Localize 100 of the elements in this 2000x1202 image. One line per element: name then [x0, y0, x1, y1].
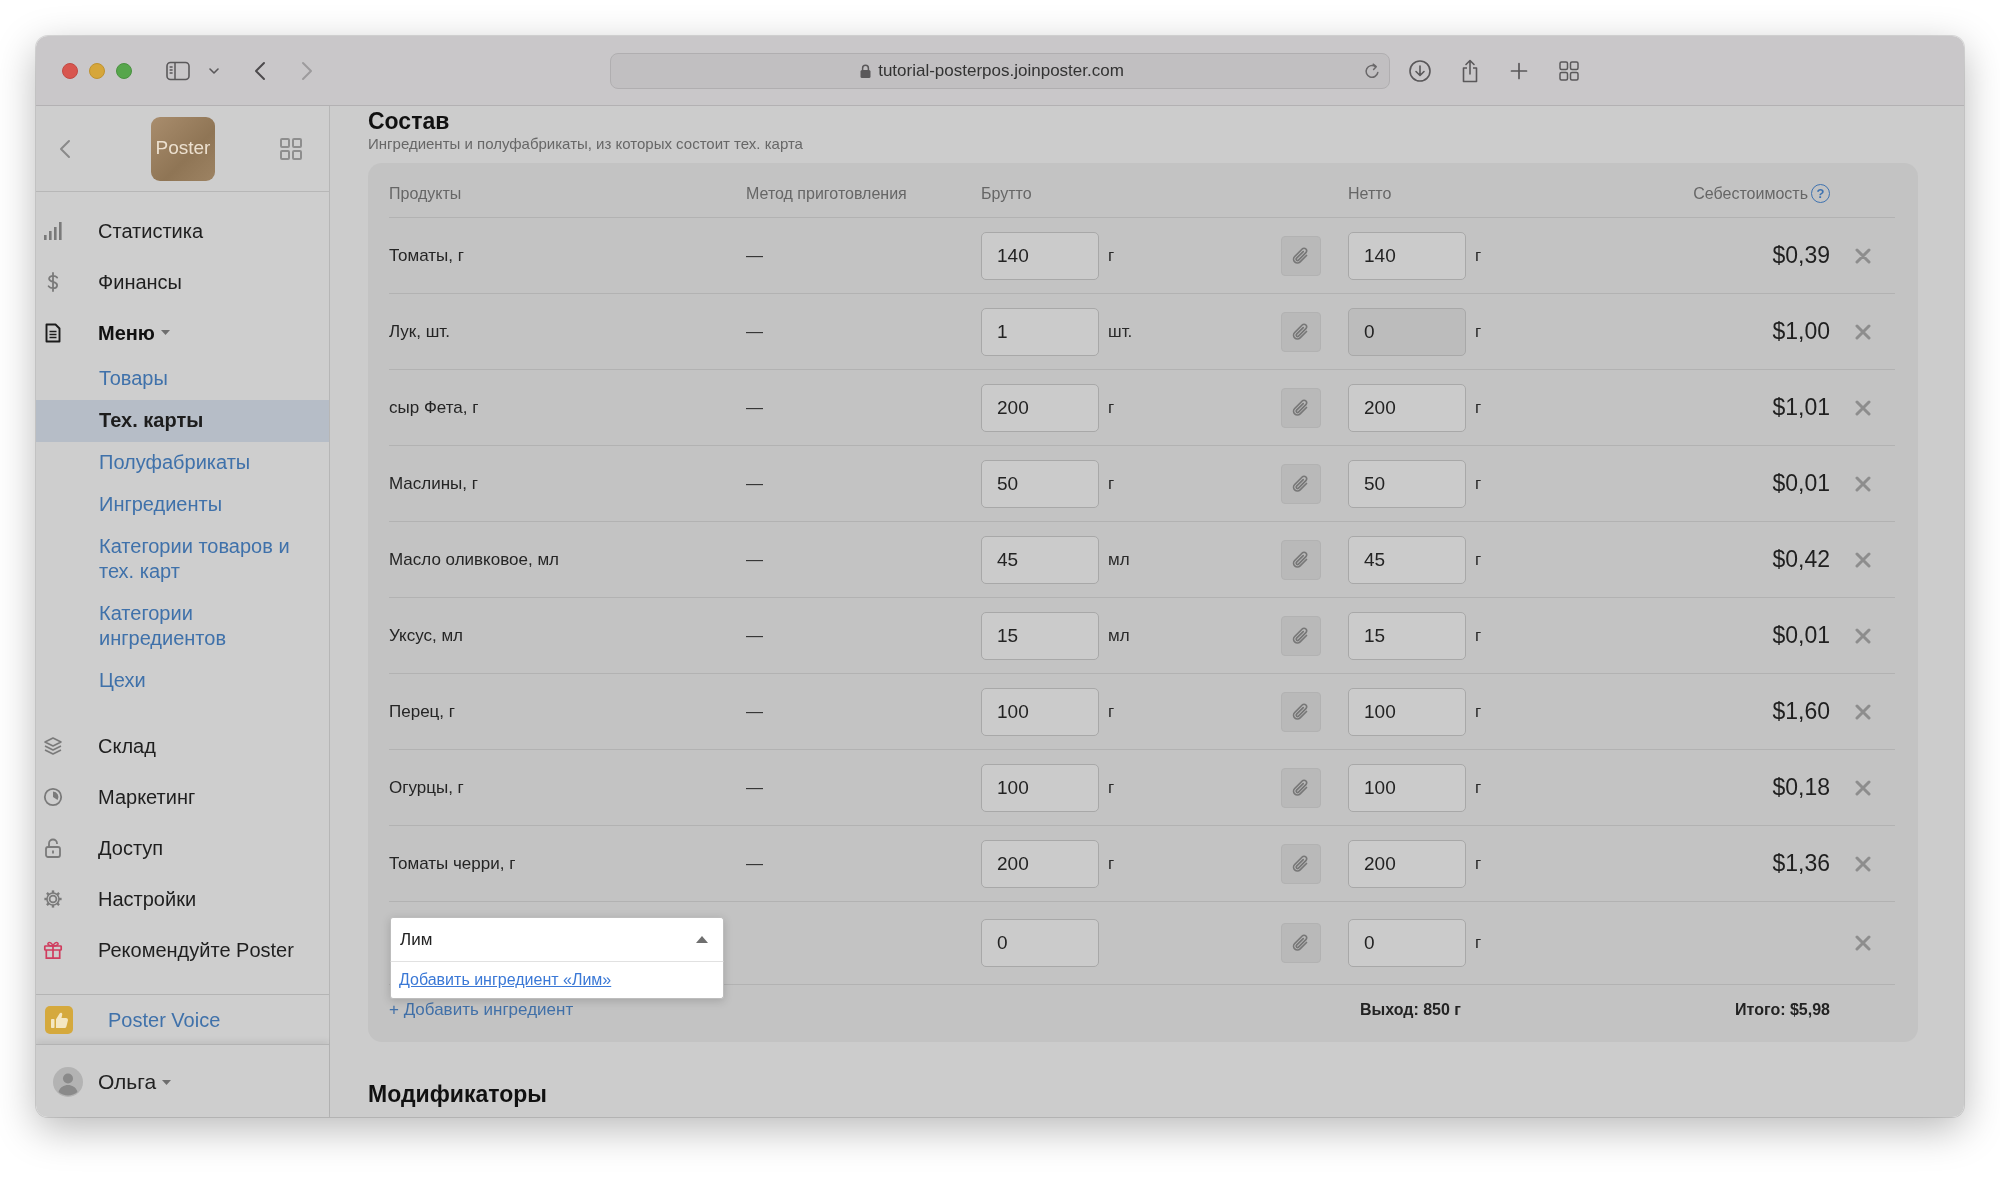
gross-weight-input[interactable]: 140 [981, 231, 1099, 280]
attach-button[interactable] [1281, 767, 1321, 808]
net-weight-input[interactable]: 45 [1348, 535, 1466, 584]
gross-weight-input[interactable]: 100 [981, 763, 1099, 812]
gross-weight-input[interactable]: 1 [981, 307, 1099, 356]
menu-item[interactable]: Склад [36, 720, 329, 771]
menu-item[interactable]: Рекомендуйте Poster [36, 924, 329, 975]
tab-overview-icon[interactable] [1559, 60, 1579, 81]
bar-chart-icon [43, 220, 63, 241]
caret-icon[interactable] [696, 936, 708, 943]
thumbs-up-icon [45, 1005, 73, 1034]
gross-weight-input[interactable]: 15 [981, 611, 1099, 660]
net-weight-input[interactable]: 140 [1348, 231, 1466, 280]
download-icon[interactable] [1409, 59, 1431, 82]
window-minimize-icon[interactable] [89, 62, 105, 79]
method-text: — [746, 321, 763, 341]
attach-button[interactable] [1281, 539, 1321, 580]
unit-label: г [1474, 853, 1482, 873]
lock-icon [860, 63, 872, 78]
menu-item[interactable]: Доступ [36, 822, 329, 873]
close-icon[interactable] [1854, 399, 1871, 416]
attach-button[interactable] [1281, 615, 1321, 656]
chevron-left-icon[interactable] [59, 138, 71, 159]
attach-button[interactable] [1281, 691, 1321, 732]
gross-weight-input[interactable]: 45 [981, 535, 1099, 584]
net-weight-input[interactable]: 200 [1348, 839, 1466, 888]
yield-text: Выход: 850 г [1359, 1000, 1461, 1020]
gift-icon [43, 939, 63, 960]
reload-icon[interactable] [1364, 61, 1380, 80]
total-text: Итого: $5,98 [1735, 1000, 1830, 1020]
method-text: — [746, 245, 763, 265]
gross-weight-input[interactable]: 200 [981, 839, 1099, 888]
attach-button[interactable] [1281, 843, 1321, 884]
close-icon[interactable] [1854, 703, 1871, 720]
address-bar[interactable]: tutorial-posterpos.joinposter.com [610, 52, 1390, 89]
attach-button[interactable] [1281, 463, 1321, 504]
suggestion-link[interactable]: Добавить ингредиент «Лим» [399, 968, 612, 992]
avatar-icon [53, 1067, 83, 1097]
column-header: Себестоимость [1693, 183, 1808, 204]
gross-weight-input[interactable]: 100 [981, 687, 1099, 736]
unit-label: г [1107, 397, 1115, 417]
gross-weight-input[interactable]: 0 [981, 919, 1099, 967]
cost-text: $1,01 [1772, 393, 1830, 423]
product-name: Масло оливковое, мл [389, 549, 559, 569]
menu-item[interactable]: Настройки [36, 873, 329, 924]
method-text: — [746, 549, 763, 569]
net-weight-input[interactable]: 50 [1348, 459, 1466, 508]
attach-button[interactable] [1281, 311, 1321, 352]
unit-label: г [1107, 245, 1115, 265]
gross-weight-input[interactable]: 50 [981, 459, 1099, 508]
back-icon[interactable] [254, 60, 266, 81]
method-text: — [746, 777, 763, 797]
net-weight-input[interactable]: 100 [1348, 687, 1466, 736]
attach-button[interactable] [1281, 235, 1321, 276]
gear-icon [43, 888, 63, 909]
menu-item[interactable]: Меню [36, 307, 329, 358]
net-weight-input[interactable]: 100 [1348, 763, 1466, 812]
net-weight-input[interactable]: 0 [1348, 919, 1466, 967]
close-icon[interactable] [1854, 779, 1871, 796]
menu-item[interactable]: Статистика [36, 205, 329, 256]
share-icon[interactable] [1461, 58, 1479, 83]
attach-button[interactable] [1281, 387, 1321, 428]
close-icon[interactable] [1854, 935, 1871, 951]
user-menu-button[interactable]: Ольга [53, 1066, 172, 1098]
unit-label: г [1107, 853, 1115, 873]
column-header: Брутто [981, 183, 1033, 204]
close-icon[interactable] [1854, 247, 1871, 264]
cost-text: $0,01 [1772, 469, 1830, 499]
close-icon[interactable] [1854, 323, 1871, 340]
close-icon[interactable] [1854, 551, 1871, 568]
unit-label: г [1107, 777, 1115, 797]
net-weight-input[interactable]: 15 [1348, 611, 1466, 660]
menu-item[interactable]: Маркетинг [36, 771, 329, 822]
product-name: Лук, шт. [389, 321, 450, 341]
unit-label: г [1474, 625, 1482, 645]
grid-icon[interactable] [280, 137, 302, 160]
window-zoom-icon[interactable] [116, 62, 132, 79]
product-name: Огурцы, г [389, 777, 464, 797]
close-icon[interactable] [1854, 475, 1871, 492]
method-text: — [746, 397, 763, 417]
method-text: — [746, 701, 763, 721]
unit-label: мл [1107, 549, 1130, 569]
attach-button[interactable] [1281, 923, 1321, 963]
close-icon[interactable] [1854, 627, 1871, 644]
unit-label: шт. [1107, 321, 1133, 341]
unit-label: г [1474, 245, 1482, 265]
gross-weight-input[interactable]: 200 [981, 383, 1099, 432]
padlock-icon [43, 837, 63, 858]
window-close-icon[interactable] [62, 62, 78, 79]
product-name: Перец, г [389, 701, 455, 721]
plus-icon[interactable] [1510, 61, 1528, 80]
product-name: Уксус, мл [389, 625, 464, 645]
submenu-item[interactable]: Тех. карты [36, 400, 329, 442]
method-text: — [746, 853, 763, 873]
ingredient-search-field[interactable]: Лим [390, 917, 724, 962]
menu-item[interactable]: Финансы [36, 256, 329, 307]
close-icon[interactable] [1854, 855, 1871, 872]
net-weight-input[interactable]: 200 [1348, 383, 1466, 432]
sidebar-toggle-icon[interactable] [166, 60, 190, 81]
chevron-down-icon[interactable] [209, 67, 219, 74]
